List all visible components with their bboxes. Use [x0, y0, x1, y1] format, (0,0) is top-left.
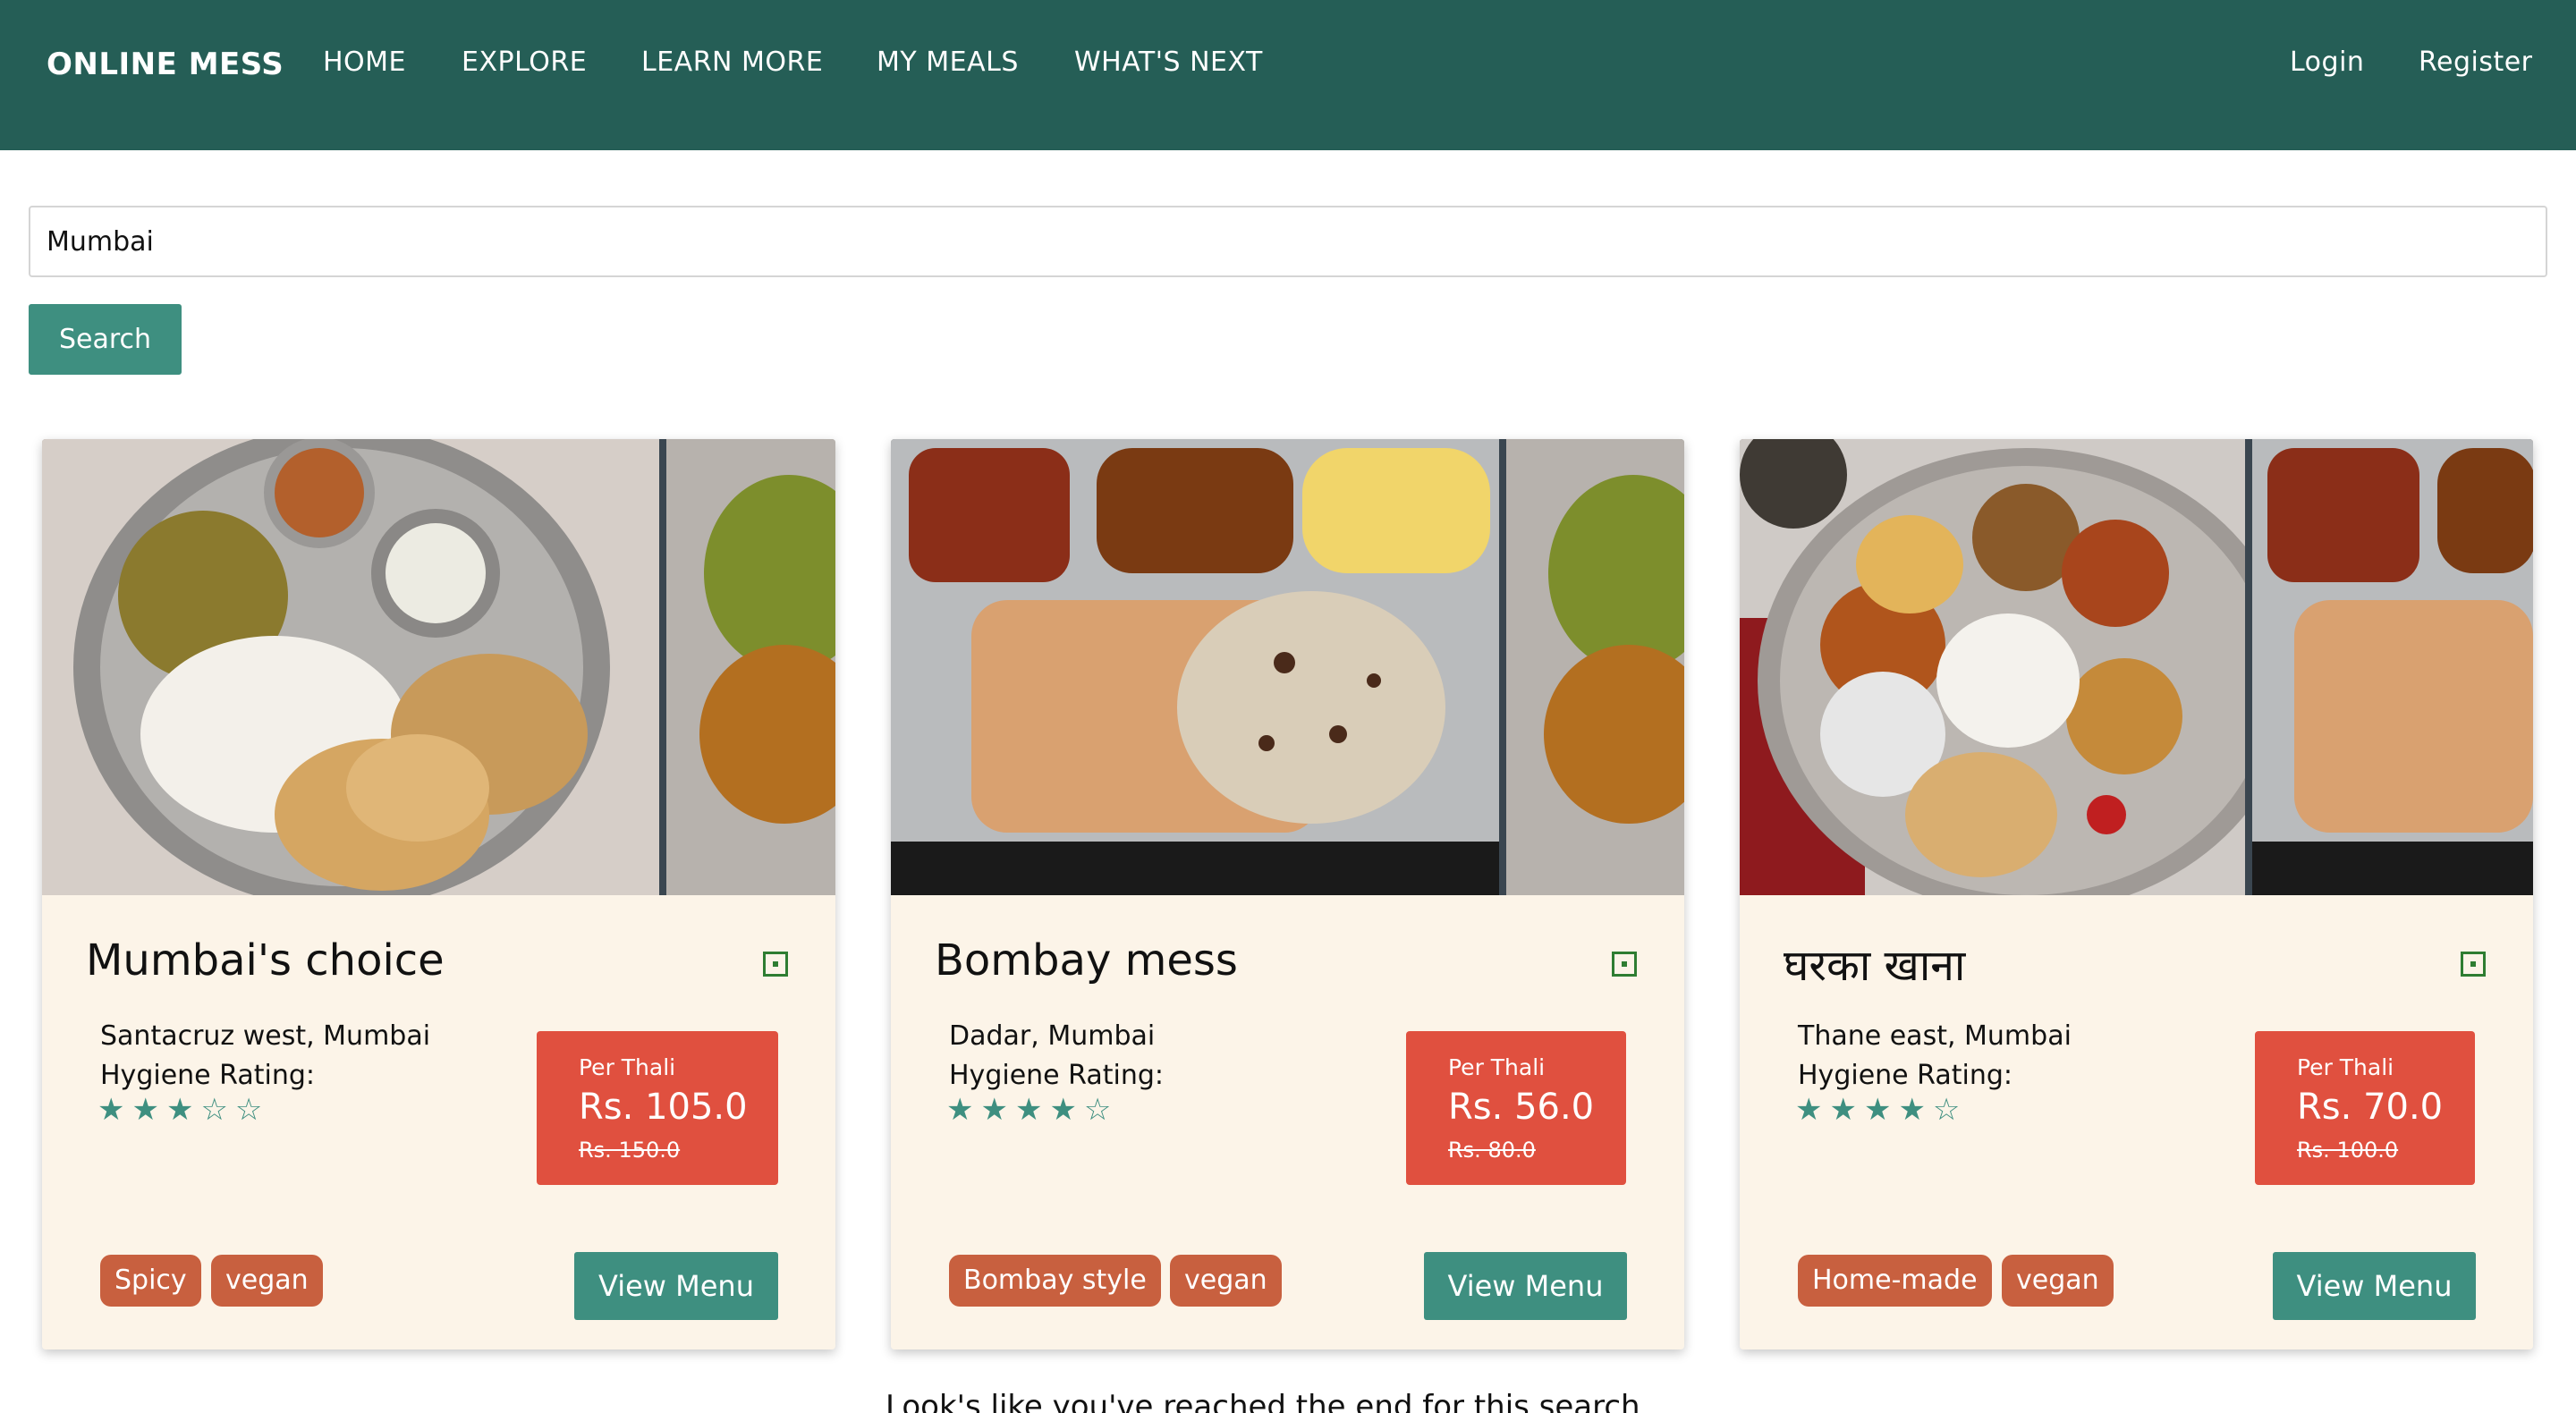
brand-logo[interactable]: ONLINE MESS — [47, 47, 284, 82]
login-link[interactable]: Login — [2290, 47, 2364, 78]
card-location: Thane east, Mumbai — [1798, 1020, 2072, 1052]
star-rating-icons: ★★★☆☆ — [97, 1092, 270, 1128]
hygiene-rating-label: Hygiene Rating: — [100, 1060, 315, 1091]
mess-card: घरका खाना Thane east, Mumbai Hygiene Rat… — [1740, 439, 2533, 1350]
navbar: ONLINE MESS HOME EXPLORE LEARN MORE MY M… — [0, 0, 2576, 150]
card-title: घरका खाना — [1784, 941, 1966, 991]
thali-photo — [1740, 439, 2533, 895]
tag: Home-made — [1798, 1255, 1992, 1307]
search-input[interactable] — [29, 206, 2547, 277]
tag: vegan — [2002, 1255, 2114, 1307]
star-rating-icons: ★★★★☆ — [1795, 1092, 1968, 1128]
current-price: Rs. 56.0 — [1448, 1087, 1595, 1128]
price-box: Per Thali Rs. 56.0 Rs. 80.0 — [1406, 1031, 1626, 1185]
star-rating-icons: ★★★★☆ — [946, 1092, 1119, 1128]
original-price: Rs. 80.0 — [1448, 1138, 1536, 1163]
tag: Spicy — [100, 1255, 201, 1307]
nav-learn-more[interactable]: LEARN MORE — [641, 47, 823, 78]
veg-indicator-icon — [763, 952, 788, 977]
price-unit: Per Thali — [579, 1054, 676, 1080]
view-menu-button[interactable]: View Menu — [574, 1252, 778, 1320]
card-location: Dadar, Mumbai — [949, 1020, 1156, 1052]
hygiene-rating-label: Hygiene Rating: — [1798, 1060, 2012, 1091]
view-menu-button[interactable]: View Menu — [1424, 1252, 1627, 1320]
tag: Bombay style — [949, 1255, 1161, 1307]
card-image-carousel[interactable] — [891, 439, 1684, 895]
register-link[interactable]: Register — [2419, 47, 2533, 78]
current-price: Rs. 105.0 — [579, 1087, 748, 1128]
nav-whats-next[interactable]: WHAT'S NEXT — [1074, 47, 1263, 78]
original-price: Rs. 100.0 — [2297, 1138, 2399, 1163]
search-button[interactable]: Search — [29, 304, 182, 375]
current-price: Rs. 70.0 — [2297, 1087, 2444, 1128]
price-box: Per Thali Rs. 70.0 Rs. 100.0 — [2255, 1031, 2475, 1185]
card-image-carousel[interactable] — [1740, 439, 2533, 895]
mess-card: Bombay mess Dadar, Mumbai Hygiene Rating… — [891, 439, 1684, 1350]
card-title: Bombay mess — [935, 935, 1238, 986]
nav-home[interactable]: HOME — [323, 47, 406, 78]
thali-photo — [42, 439, 835, 895]
mess-card: Mumbai's choice Santacruz west, Mumbai H… — [42, 439, 835, 1350]
veg-indicator-icon — [2461, 952, 2486, 977]
nav-my-meals[interactable]: MY MEALS — [877, 47, 1019, 78]
end-of-results-message: Look's like you've reached the end for t… — [886, 1389, 1640, 1413]
nav-explore[interactable]: EXPLORE — [462, 47, 587, 78]
card-title: Mumbai's choice — [86, 935, 445, 986]
original-price: Rs. 150.0 — [579, 1138, 681, 1163]
card-image-carousel[interactable] — [42, 439, 835, 895]
tag: vegan — [211, 1255, 323, 1307]
hygiene-rating-label: Hygiene Rating: — [949, 1060, 1164, 1091]
tag: vegan — [1170, 1255, 1282, 1307]
view-menu-button[interactable]: View Menu — [2273, 1252, 2476, 1320]
price-unit: Per Thali — [1448, 1054, 1546, 1080]
veg-indicator-icon — [1612, 952, 1637, 977]
thali-photo — [891, 439, 1684, 895]
card-location: Santacruz west, Mumbai — [100, 1020, 431, 1052]
price-unit: Per Thali — [2297, 1054, 2394, 1080]
price-box: Per Thali Rs. 105.0 Rs. 150.0 — [537, 1031, 778, 1185]
